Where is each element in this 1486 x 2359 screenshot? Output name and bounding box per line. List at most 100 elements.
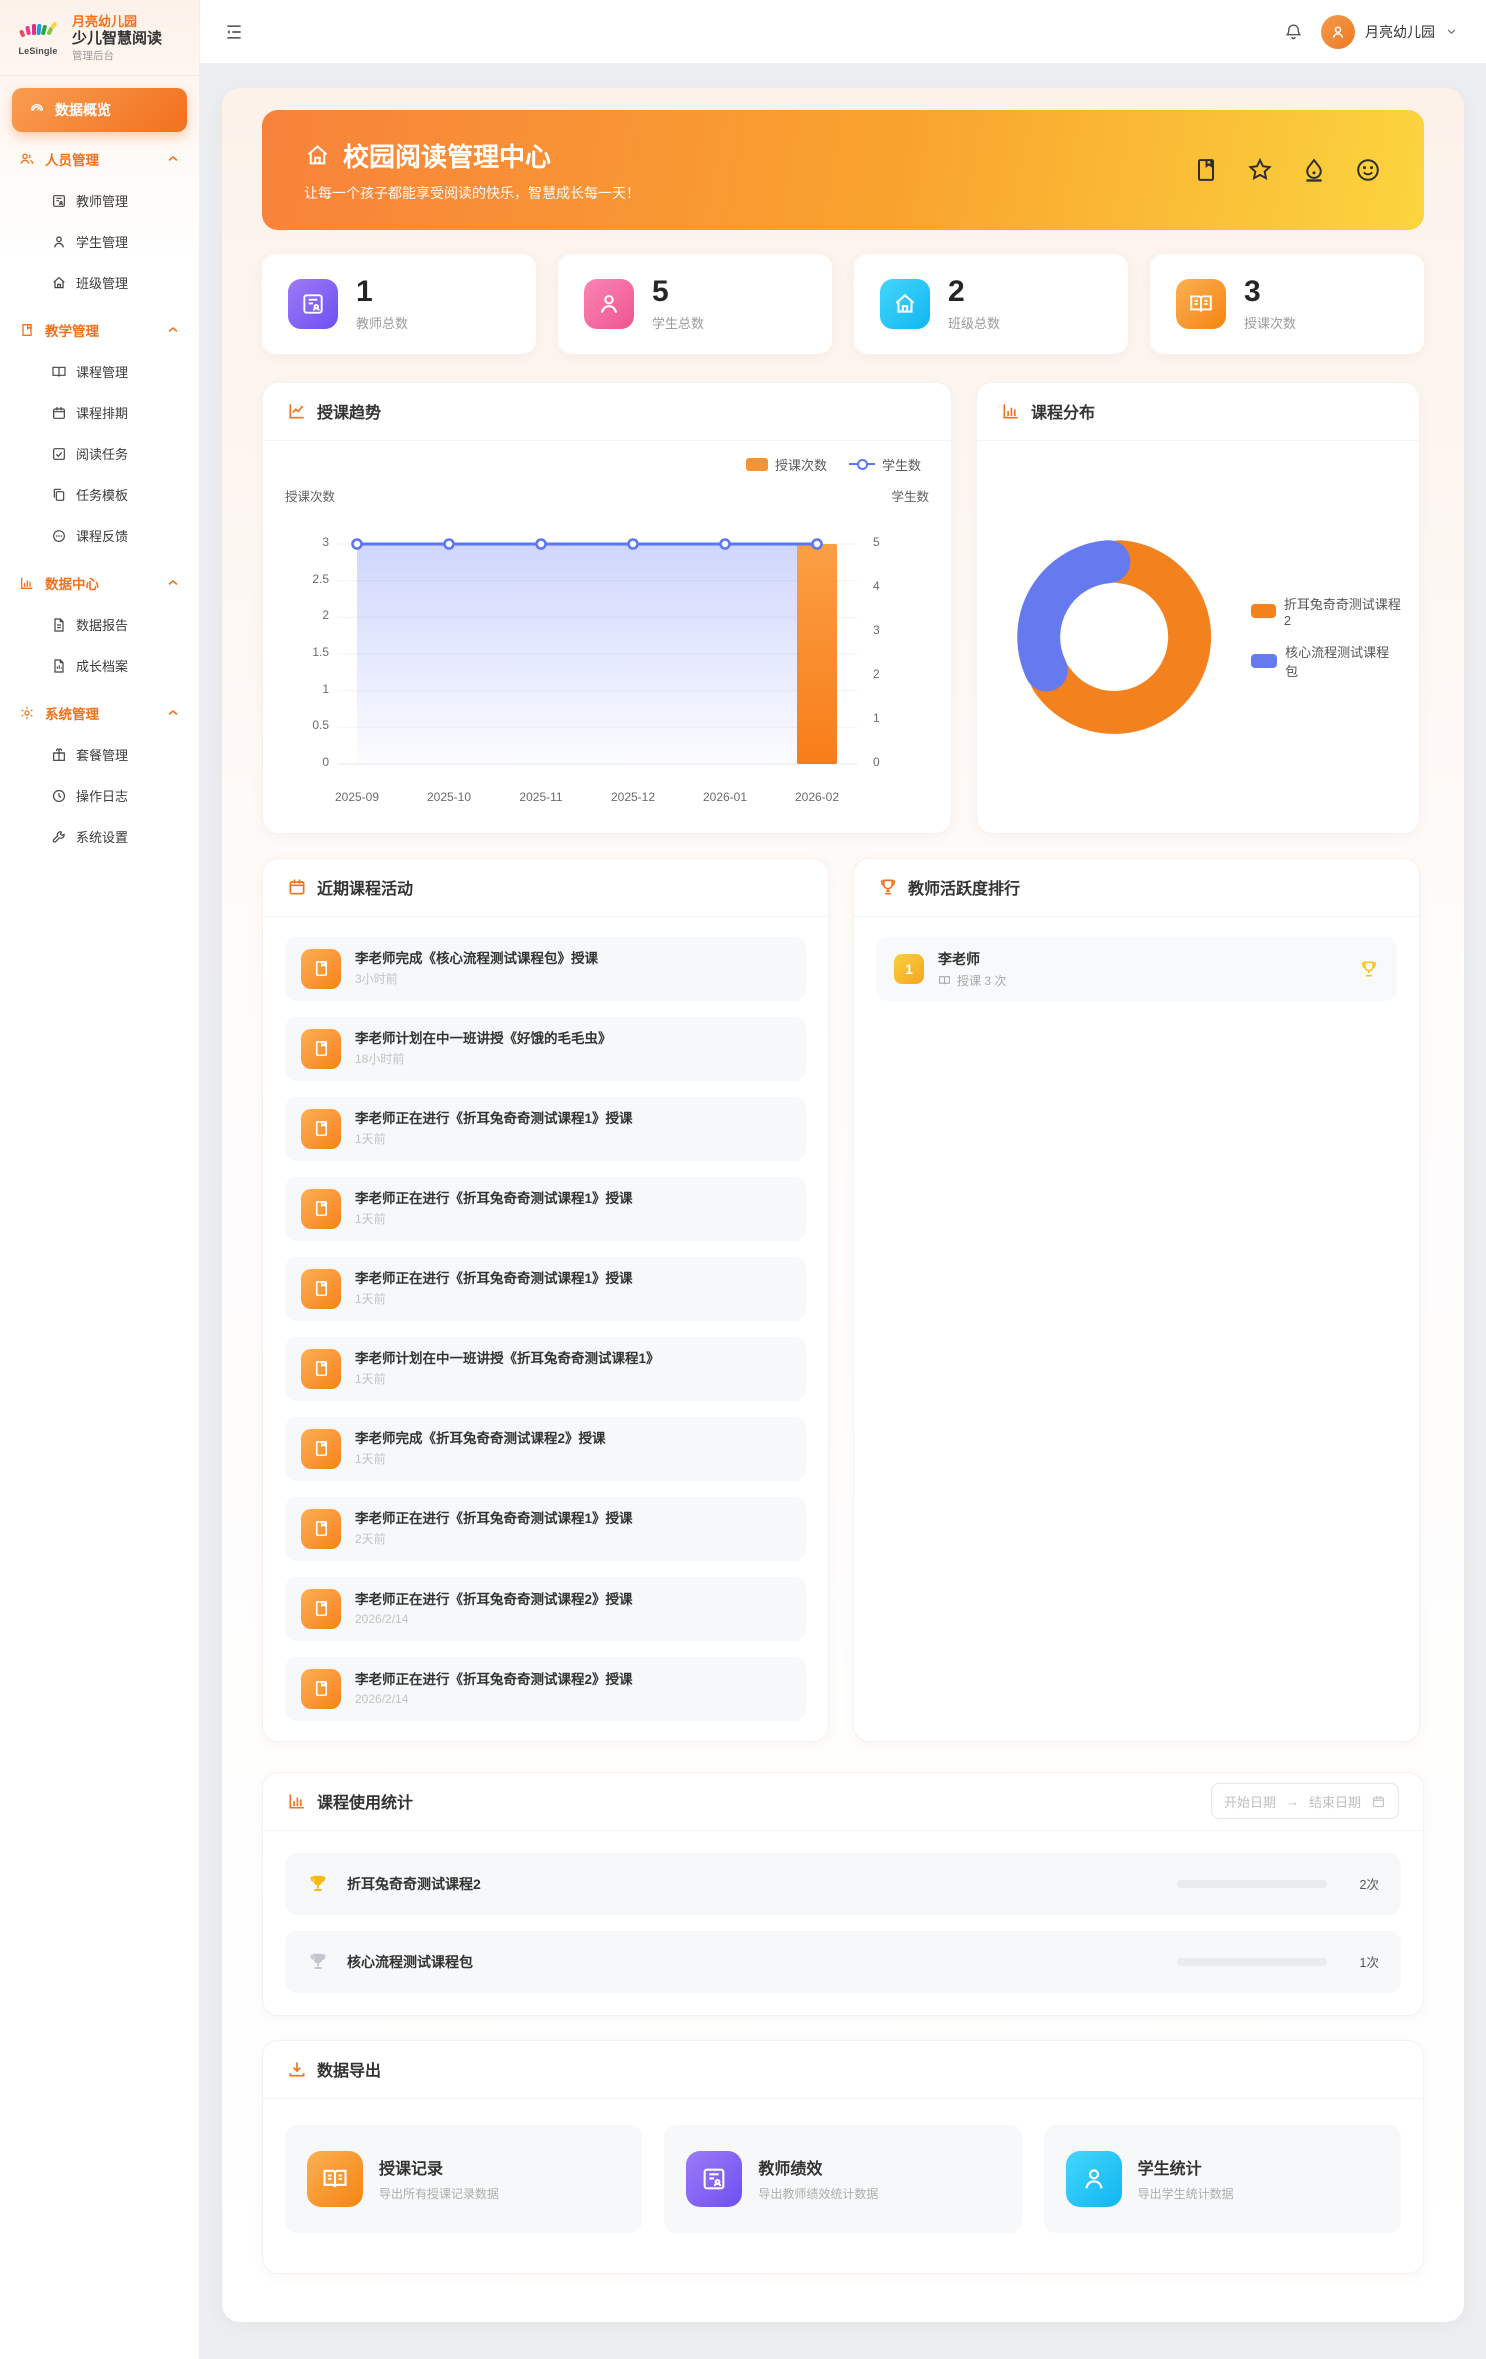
top-bar: 月亮幼儿园 [200, 0, 1486, 64]
sidebar-item-label: 课程管理 [76, 362, 128, 381]
activity-item: 李老师计划在中一班讲授《好饿的毛毛虫》18小时前 [285, 1017, 806, 1081]
book-icon [301, 1109, 341, 1149]
export-title: 学生统计 [1138, 2155, 1234, 2179]
card-title: 课程使用统计 [317, 1789, 413, 1813]
book-icon [301, 1429, 341, 1469]
range-arrow: → [1286, 1794, 1299, 1809]
hero-decorations [1192, 156, 1382, 184]
activity-time: 1天前 [355, 1130, 633, 1147]
x-tick: 2025-09 [312, 790, 402, 804]
bar-chart-icon [1001, 401, 1021, 421]
sidebar-section-data-center[interactable]: 数据中心 [12, 562, 187, 604]
activity-item: 李老师正在进行《折耳兔奇奇测试课程1》授课1天前 [285, 1097, 806, 1161]
export-desc: 导出学生统计数据 [1138, 2185, 1234, 2202]
export-title: 授课记录 [379, 2155, 499, 2179]
sidebar-item-feedback[interactable]: 课程反馈 [12, 515, 187, 556]
document-icon [50, 616, 67, 633]
sidebar-item-data-reports[interactable]: 数据报告 [12, 604, 187, 645]
book-icon [301, 1669, 341, 1709]
export-options: 授课记录 导出所有授课记录数据 教师绩效 导出教师绩效统计数据 [263, 2099, 1423, 2273]
activity-time: 2天前 [355, 1530, 633, 1547]
sidebar-item-classes[interactable]: 班级管理 [12, 262, 187, 303]
sidebar-section-label: 数据中心 [45, 573, 99, 593]
sidebar-item-reading-tasks[interactable]: 阅读任务 [12, 433, 187, 474]
sidebar-item-task-templates[interactable]: 任务模板 [12, 474, 187, 515]
x-tick: 2026-02 [772, 790, 862, 804]
export-card: 数据导出 授课记录 导出所有授课记录数据 [262, 2040, 1424, 2274]
stat-label: 授课次数 [1244, 313, 1296, 332]
person-icon [1066, 2151, 1122, 2207]
x-tick: 2025-11 [496, 790, 586, 804]
export-student-stats[interactable]: 学生统计 导出学生统计数据 [1044, 2125, 1401, 2233]
sidebar-section-teaching[interactable]: 教学管理 [12, 309, 187, 351]
usage-row: 核心流程测试课程包 1次 [285, 1931, 1401, 1993]
activity-time: 1天前 [355, 1370, 660, 1387]
end-date-input[interactable]: 结束日期 [1309, 1792, 1361, 1811]
sidebar-item-schedule[interactable]: 课程排期 [12, 392, 187, 433]
export-teacher-performance[interactable]: 教师绩效 导出教师绩效统计数据 [664, 2125, 1021, 2233]
activity-text: 李老师正在进行《折耳兔奇奇测试课程2》授课 [355, 1591, 633, 1609]
hero-subtitle: 让每一个孩子都能享受阅读的快乐，智慧成长每一天！ [304, 183, 640, 203]
activities-list: 李老师完成《核心流程测试课程包》授课3小时前 李老师计划在中一班讲授《好饿的毛毛… [263, 917, 828, 1741]
notification-bell-icon[interactable] [1284, 22, 1303, 41]
ranking-card: 教师活跃度排行 1 李老师 授课 3 次 [853, 858, 1420, 1742]
legend-swatch [1251, 654, 1277, 668]
sidebar-item-growth-archive[interactable]: 成长档案 [12, 645, 187, 686]
lesingle-logo-icon [16, 21, 60, 45]
student-card-icon [584, 279, 634, 329]
book-icon [301, 1189, 341, 1229]
sidebar-item-operation-logs[interactable]: 操作日志 [12, 775, 187, 816]
menu-fold-icon[interactable] [224, 22, 244, 42]
legend-item[interactable]: 折耳兔奇奇测试课程2 [1251, 594, 1401, 628]
sidebar-menu: 数据概览 人员管理 教师管理 [0, 76, 199, 881]
y-tick: 2.5 [285, 572, 329, 586]
legend-item-sessions[interactable]: 授课次数 [746, 455, 827, 474]
sidebar-item-students[interactable]: 学生管理 [12, 221, 187, 262]
students-area [357, 544, 817, 764]
page-content: 校园阅读管理中心 让每一个孩子都能享受阅读的快乐，智慧成长每一天！ [200, 64, 1486, 2359]
y-tick-right: 1 [873, 711, 880, 725]
date-range-picker[interactable]: 开始日期 → 结束日期 [1211, 1783, 1399, 1819]
star-icon [1246, 156, 1274, 184]
sidebar-item-label: 班级管理 [76, 273, 128, 292]
sidebar-item-courses[interactable]: 课程管理 [12, 351, 187, 392]
sidebar-section-system[interactable]: 系统管理 [12, 692, 187, 734]
ranking-row: 1 李老师 授课 3 次 [876, 937, 1397, 1001]
sidebar-item-packages[interactable]: 套餐管理 [12, 734, 187, 775]
sidebar-item-label: 任务模板 [76, 485, 128, 504]
legend-item[interactable]: 核心流程测试课程包 [1251, 642, 1401, 680]
stat-card-sessions: 3 授课次数 [1150, 254, 1424, 354]
activity-text: 李老师计划在中一班讲授《好饿的毛毛虫》 [355, 1030, 612, 1048]
activity-item: 李老师正在进行《折耳兔奇奇测试课程1》授课1天前 [285, 1257, 806, 1321]
export-teaching-records[interactable]: 授课记录 导出所有授课记录数据 [285, 2125, 642, 2233]
legend-swatch-bar [746, 458, 768, 471]
sidebar-item-overview[interactable]: 数据概览 [12, 88, 187, 132]
donut-slice-corepack[interactable] [1039, 561, 1109, 669]
donut-svg [995, 511, 1233, 763]
sidebar-item-teachers[interactable]: 教师管理 [12, 180, 187, 221]
start-date-input[interactable]: 开始日期 [1224, 1792, 1276, 1811]
legend-item-students[interactable]: 学生数 [849, 455, 921, 474]
activity-text: 李老师完成《核心流程测试课程包》授课 [355, 950, 598, 968]
user-menu[interactable]: 月亮幼儿园 [1321, 15, 1458, 49]
teacher-meta: 授课 3 次 [957, 972, 1006, 989]
book-icon [301, 949, 341, 989]
brand-logo-text: LeSingle [18, 46, 57, 56]
wrench-icon [50, 828, 67, 845]
sidebar-item-label: 成长档案 [76, 656, 128, 675]
legend-label: 折耳兔奇奇测试课程2 [1284, 594, 1401, 628]
left-axis-name: 授课次数 [285, 486, 335, 505]
distribution-card: 课程分布 折耳兔奇奇测试课程2 核心流程测试课程包 [976, 382, 1420, 834]
y-tick-right: 2 [873, 667, 880, 681]
activity-item: 李老师正在进行《折耳兔奇奇测试课程1》授课1天前 [285, 1177, 806, 1241]
open-book-icon [938, 974, 951, 987]
sidebar-item-system-settings[interactable]: 系统设置 [12, 816, 187, 857]
sidebar-item-label: 系统设置 [76, 827, 128, 846]
bar-chart-icon [287, 1791, 307, 1811]
usage-card: 课程使用统计 开始日期 → 结束日期 [262, 1772, 1424, 2016]
sidebar-section-personnel[interactable]: 人员管理 [12, 138, 187, 180]
sidebar-item-label: 课程排期 [76, 403, 128, 422]
sidebar-section-label: 系统管理 [45, 703, 99, 723]
activity-item: 李老师完成《折耳兔奇奇测试课程2》授课1天前 [285, 1417, 806, 1481]
sidebar: LeSingle 月亮幼儿园 少儿智慧阅读 管理后台 数据概览 人员管理 [0, 0, 200, 2359]
